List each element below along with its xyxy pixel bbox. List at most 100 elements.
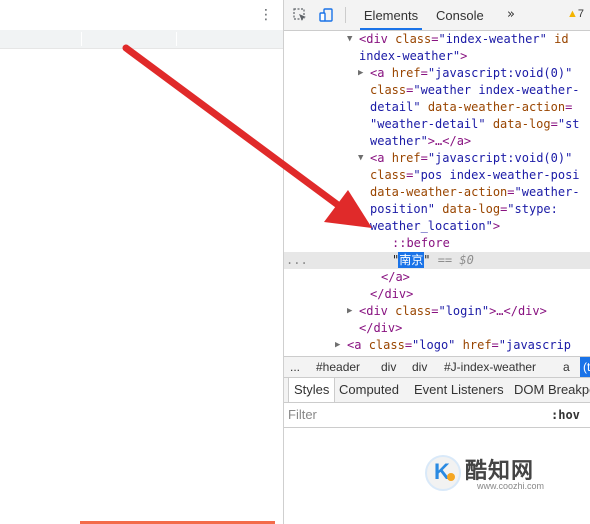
dom-token: data-log <box>492 117 551 131</box>
tabbar-separator <box>345 7 346 23</box>
page-nav-strip <box>0 30 283 49</box>
watermark-logo-dot <box>447 473 455 481</box>
dom-node-line[interactable]: class="pos index-weather-posi <box>284 167 590 184</box>
tab-event-listeners[interactable]: Event Listeners <box>409 378 509 402</box>
dom-node-text: <div class="login">…</div> <box>359 303 547 320</box>
dom-node-line[interactable]: </a> <box>284 269 590 286</box>
dom-node-text: </a> <box>381 269 410 286</box>
dom-token: <a <box>370 66 392 80</box>
dom-token: class <box>368 338 405 352</box>
tab-elements[interactable]: Elements <box>360 0 422 30</box>
tab-computed[interactable]: Computed <box>334 378 404 402</box>
dom-node-line[interactable]: ▶ <a class="logo" href="javascrip <box>284 337 590 354</box>
dom-token: <div <box>359 32 396 46</box>
dom-node-line[interactable]: weather_location"> <box>284 218 590 235</box>
dom-node-line[interactable]: index-weather"> <box>284 48 590 65</box>
dom-token: = <box>491 338 499 352</box>
dom-token: </div> <box>359 321 403 335</box>
dom-token: </div> <box>370 287 414 301</box>
dom-token: index-weather" <box>359 49 461 63</box>
dom-token: = <box>404 338 413 352</box>
watermark: K 酷知网 www.coozhi.com <box>425 449 575 497</box>
dom-node-text: weather">…</a> <box>370 133 471 150</box>
dom-node-line[interactable]: data-weather-action="weather- <box>284 184 590 201</box>
dom-token: "weather index-weather- <box>413 83 580 97</box>
dom-token: "login" <box>438 304 490 318</box>
dom-node-text: position" data-log="stype: <box>370 201 558 218</box>
dom-token: weather" <box>370 134 428 148</box>
warnings-counter[interactable]: ▲7 <box>567 8 584 20</box>
dom-token: "logo" <box>412 338 456 352</box>
dom-token: "weather-detail" <box>370 117 486 131</box>
dom-token: class <box>370 168 407 182</box>
breadcrumb-item[interactable]: #header <box>316 357 360 377</box>
dom-token: href <box>391 66 421 80</box>
collapse-caret-icon[interactable]: ▶ <box>358 65 363 82</box>
dom-tree[interactable]: ▼ <div class="index-weather" id index-weat… <box>284 31 590 356</box>
hov-toggle[interactable]: :hov <box>551 403 580 427</box>
styles-filter-bar: Filter :hov <box>284 403 590 428</box>
dom-node-text: data-weather-action="weather- <box>370 184 580 201</box>
watermark-logo-letter: K <box>434 459 450 484</box>
dom-node-text: </div> <box>370 286 413 303</box>
dom-node-text: <div class="index-weather" id <box>359 31 569 48</box>
breadcrumb-ellipsis[interactable]: ... <box>290 357 300 377</box>
selected-text-node[interactable]: 南京 <box>398 252 425 268</box>
dom-node-line[interactable]: class="weather index-weather- <box>284 82 590 99</box>
node-actions-ellipsis[interactable]: ... <box>286 252 308 269</box>
dom-node-text: ::before <box>392 235 450 252</box>
dom-token <box>421 100 428 114</box>
dom-token: "javascrip <box>498 338 572 352</box>
dom-node-text: <a href="javascript:void(0)" <box>370 65 572 82</box>
dom-token <box>455 338 462 352</box>
tab-console[interactable]: Console <box>436 0 484 30</box>
dom-node-line[interactable]: </div> <box>284 286 590 303</box>
dom-node-text: class="pos index-weather-posi <box>370 167 580 184</box>
filter-input[interactable]: Filter <box>288 403 317 427</box>
breadcrumb-item[interactable]: #J-index-weather <box>444 357 536 377</box>
dom-node-line[interactable]: </div> <box>284 320 590 337</box>
dom-node-text: "南京" == $0 <box>392 252 474 269</box>
dom-token: position" <box>370 202 436 216</box>
dom-node-line[interactable]: ▶ <a href="javascript:void(0)" <box>284 65 590 82</box>
tab-dom-breakpoints[interactable]: DOM Breakpoints <box>509 378 590 402</box>
dom-token: >…</div> <box>489 304 547 318</box>
dom-token <box>486 117 493 131</box>
expand-caret-icon[interactable]: ▼ <box>347 31 352 48</box>
dom-node-line-selected[interactable]: "南京" == $0... <box>284 252 590 269</box>
dom-token <box>547 32 554 46</box>
styles-tabbar: Styles Computed Event Listeners DOM Brea… <box>284 378 590 403</box>
dom-token: class <box>395 304 432 318</box>
dom-node-line[interactable]: ▶ <div class="login">…</div> <box>284 303 590 320</box>
dom-node-line[interactable]: "weather-detail" data-log="st <box>284 116 590 133</box>
breadcrumb-item[interactable]: div <box>412 357 427 377</box>
dom-node-line[interactable]: detail" data-weather-action= <box>284 99 590 116</box>
dom-node-text: detail" data-weather-action= <box>370 99 572 116</box>
collapse-caret-icon[interactable]: ▶ <box>335 337 340 354</box>
collapse-caret-icon[interactable]: ▶ <box>347 303 352 320</box>
dom-token: > <box>460 49 468 63</box>
breadcrumb-item[interactable]: a <box>563 357 570 377</box>
dom-token: class <box>370 83 407 97</box>
dom-token: data-log <box>442 202 501 216</box>
strip-divider <box>176 32 177 46</box>
dom-token: "javascript:void(0)" <box>427 151 573 165</box>
inspect-element-icon[interactable] <box>293 8 307 22</box>
expand-caret-icon[interactable]: ▼ <box>358 150 363 167</box>
dom-node-line[interactable]: ▼ <a href="javascript:void(0)" <box>284 150 590 167</box>
dom-node-line[interactable]: position" data-log="stype: <box>284 201 590 218</box>
devtools-tabbar: Elements Console » ▲7 <box>284 0 590 31</box>
tab-styles[interactable]: Styles <box>288 378 336 402</box>
dom-token: > <box>492 219 501 233</box>
dom-node-line[interactable]: ::before <box>284 235 590 252</box>
dom-node-line[interactable]: ▼ <div class="index-weather" id <box>284 31 590 48</box>
device-toolbar-icon[interactable] <box>319 8 333 22</box>
more-tabs-button[interactable]: » <box>507 0 515 30</box>
breadcrumb-item[interactable]: div <box>381 357 396 377</box>
breadcrumb: ... #header div div #J-index-weather a (… <box>284 356 590 378</box>
dom-node-line[interactable]: weather">…</a> <box>284 133 590 150</box>
more-vert-icon[interactable]: ⋮ <box>259 7 273 23</box>
breadcrumb-item-current[interactable]: (t <box>580 357 590 377</box>
dom-token: </a> <box>381 270 410 284</box>
dom-token: = <box>420 66 428 80</box>
